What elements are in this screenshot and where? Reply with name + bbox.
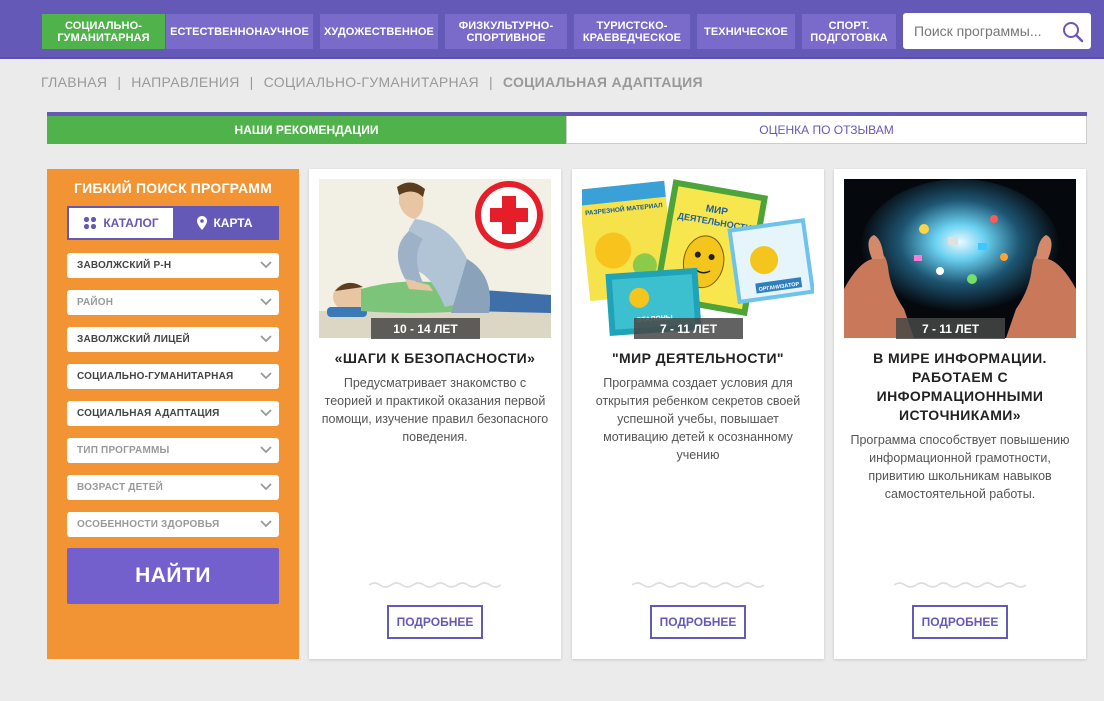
program-image-books[interactable]: РАЗРЕЗНОЙ МАТЕРИАЛ МИР ДЕЯТЕЛЬНОСТИ ОРГА… [582, 179, 814, 338]
chevron-down-icon [260, 483, 272, 491]
select-value: СОЦИАЛЬНО-ГУМАНИТАРНАЯ [77, 371, 234, 382]
age-badge: 7 - 11 ЛЕТ [896, 318, 1005, 339]
wave-divider [369, 582, 501, 588]
select-value: ОСОБЕННОСТИ ЗДОРОВЬЯ [77, 519, 220, 530]
nav-item-technical[interactable]: ТЕХНИЧЕСКОЕ [697, 14, 795, 49]
program-image-first-aid[interactable] [319, 179, 551, 338]
more-button[interactable]: ПОДРОБНЕЕ [387, 605, 483, 639]
tab-reviews[interactable]: ОЦЕНКА ПО ОТЗЫВАМ [566, 116, 1087, 144]
program-filter-panel: ГИБКИЙ ПОИСК ПРОГРАММ КАТАЛОГ КАРТА ЗАВО… [47, 169, 299, 659]
view-toggle: КАТАЛОГ КАРТА [67, 206, 279, 240]
catalog-label: КАТАЛОГ [103, 216, 159, 230]
program-card: РАЗРЕЗНОЙ МАТЕРИАЛ МИР ДЕЯТЕЛЬНОСТИ ОРГА… [572, 169, 824, 659]
find-button[interactable]: НАЙТИ [67, 548, 279, 604]
search-input[interactable] [903, 13, 1053, 49]
breadcrumb-social[interactable]: СОЦИАЛЬНО-ГУМАНИТАРНАЯ [264, 74, 479, 90]
area-select[interactable]: РАЙОН [67, 290, 279, 315]
more-button[interactable]: ПОДРОБНЕЕ [912, 605, 1008, 639]
program-title[interactable]: «ШАГИ К БЕЗОПАСНОСТИ» [321, 349, 549, 368]
select-value: ТИП ПРОГРАММЫ [77, 445, 170, 456]
chevron-down-icon [260, 409, 272, 417]
filter-title: ГИБКИЙ ПОИСК ПРОГРАММ [74, 180, 272, 196]
nav-item-sport-training[interactable]: СПОРТ. ПОДГОТОВКА [802, 14, 896, 49]
program-description: Предусматривает знакомство с теорией и п… [321, 376, 549, 444]
program-description: Программа создает условия для открытия р… [595, 376, 801, 462]
breadcrumb-separator: | [117, 74, 122, 90]
select-value: ЗАВОЛЖСКИЙ ЛИЦЕЙ [77, 334, 190, 345]
wave-divider [894, 582, 1026, 588]
map-toggle-button[interactable]: КАРТА [173, 208, 277, 238]
sort-tabs: НАШИ РЕКОМЕНДАЦИИ ОЦЕНКА ПО ОТЗЫВАМ [47, 112, 1087, 144]
chevron-down-icon [260, 520, 272, 528]
program-card: 7 - 11 ЛЕТ В МИРЕ ИНФОРМАЦИИ. РАБОТАЕМ С… [834, 169, 1086, 659]
program-title[interactable]: "МИР ДЕЯТЕЛЬНОСТИ" [584, 349, 812, 368]
map-label: КАРТА [213, 216, 253, 230]
organization-select[interactable]: ЗАВОЛЖСКИЙ ЛИЦЕЙ [67, 327, 279, 352]
catalog-toggle-button[interactable]: КАТАЛОГ [69, 208, 173, 238]
program-type-select[interactable]: ТИП ПРОГРАММЫ [67, 438, 279, 463]
search-box [903, 13, 1091, 49]
wave-divider [632, 582, 764, 588]
nav-item-tourism[interactable]: ТУРИСТСКО- КРАЕВЕДЧЕСКОЕ [574, 14, 690, 49]
program-card: 10 - 14 ЛЕТ «ШАГИ К БЕЗОПАСНОСТИ» Предус… [309, 169, 561, 659]
breadcrumb-separator: | [249, 74, 254, 90]
search-icon[interactable] [1061, 20, 1085, 44]
chevron-down-icon [260, 446, 272, 454]
breadcrumb-home[interactable]: ГЛАВНАЯ [41, 74, 107, 90]
top-navigation: СОЦИАЛЬНО- ГУМАНИТАРНАЯ ЕСТЕСТВЕННОНАУЧН… [0, 0, 1104, 59]
chevron-down-icon [260, 372, 272, 380]
age-badge: 7 - 11 ЛЕТ [634, 318, 743, 339]
breadcrumb-current: СОЦИАЛЬНАЯ АДАПТАЦИЯ [502, 74, 703, 90]
chevron-down-icon [260, 335, 272, 343]
nav-item-sport[interactable]: ФИЗКУЛЬТУРНО- СПОРТИВНОЕ [445, 14, 567, 49]
books-illustration: РАЗРЕЗНОЙ МАТЕРИАЛ МИР ДЕЯТЕЛЬНОСТИ ОРГА… [582, 179, 814, 338]
more-button[interactable]: ПОДРОБНЕЕ [650, 605, 746, 639]
program-title[interactable]: В МИРЕ ИНФОРМАЦИИ. РАБОТАЕМ С ИНФОРМАЦИО… [846, 349, 1074, 425]
nav-item-science[interactable]: ЕСТЕСТВЕННОНАУЧНОЕ [166, 14, 313, 49]
first-aid-illustration [319, 179, 551, 338]
grid-icon [84, 216, 97, 230]
select-value: ЗАВОЛЖСКИЙ Р-Н [77, 260, 172, 271]
information-hands-illustration [844, 179, 1076, 338]
direction-select[interactable]: СОЦИАЛЬНО-ГУМАНИТАРНАЯ [67, 364, 279, 389]
select-value: СОЦИАЛЬНАЯ АДАПТАЦИЯ [77, 408, 220, 419]
nav-item-social[interactable]: СОЦИАЛЬНО- ГУМАНИТАРНАЯ [42, 14, 165, 49]
age-badge: 10 - 14 ЛЕТ [371, 318, 480, 339]
profile-select[interactable]: СОЦИАЛЬНАЯ АДАПТАЦИЯ [67, 401, 279, 426]
chevron-down-icon [260, 298, 272, 306]
breadcrumb-separator: | [488, 74, 493, 90]
chevron-down-icon [260, 261, 272, 269]
select-value: ВОЗРАСТ ДЕТЕЙ [77, 482, 163, 493]
nav-item-art[interactable]: ХУДОЖЕСТВЕННОЕ [320, 14, 438, 49]
map-pin-icon [197, 216, 208, 230]
select-value: РАЙОН [77, 297, 114, 308]
program-description: Программа способствует повышению информа… [850, 433, 1070, 501]
district-select[interactable]: ЗАВОЛЖСКИЙ Р-Н [67, 253, 279, 278]
breadcrumb-directions[interactable]: НАПРАВЛЕНИЯ [131, 74, 239, 90]
nav-underline [0, 57, 1104, 59]
breadcrumb: ГЛАВНАЯ | НАПРАВЛЕНИЯ | СОЦИАЛЬНО-ГУМАНИТАРН… [41, 74, 703, 90]
tab-recommendations[interactable]: НАШИ РЕКОМЕНДАЦИИ [47, 116, 566, 144]
children-age-select[interactable]: ВОЗРАСТ ДЕТЕЙ [67, 475, 279, 500]
program-image-information[interactable] [844, 179, 1076, 338]
health-features-select[interactable]: ОСОБЕННОСТИ ЗДОРОВЬЯ [67, 512, 279, 537]
